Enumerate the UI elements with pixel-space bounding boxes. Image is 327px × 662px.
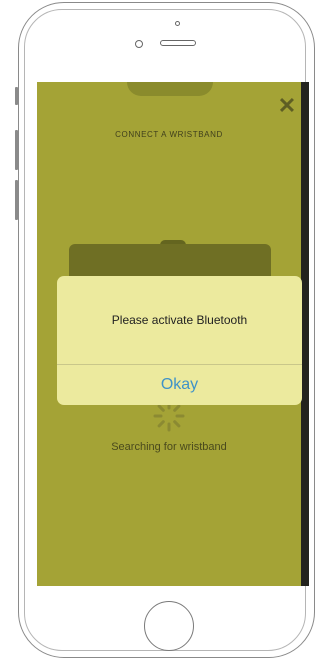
- bluetooth-alert-dialog: Please activate Bluetooth Okay: [57, 276, 302, 405]
- page-title: CONNECT A WRISTBAND: [115, 130, 223, 139]
- okay-button[interactable]: Okay: [57, 365, 302, 405]
- wristband-top-graphic: [127, 82, 213, 96]
- searching-status: Searching for wristband: [111, 441, 227, 453]
- proximity-sensor: [135, 40, 143, 48]
- mute-switch: [15, 87, 18, 105]
- home-button[interactable]: [144, 601, 194, 651]
- front-camera: [175, 21, 180, 26]
- volume-up-button: [15, 130, 18, 170]
- volume-down-button: [15, 180, 18, 220]
- close-icon[interactable]: ✕: [275, 94, 299, 118]
- earpiece-speaker: [160, 40, 196, 46]
- alert-message: Please activate Bluetooth: [111, 313, 248, 327]
